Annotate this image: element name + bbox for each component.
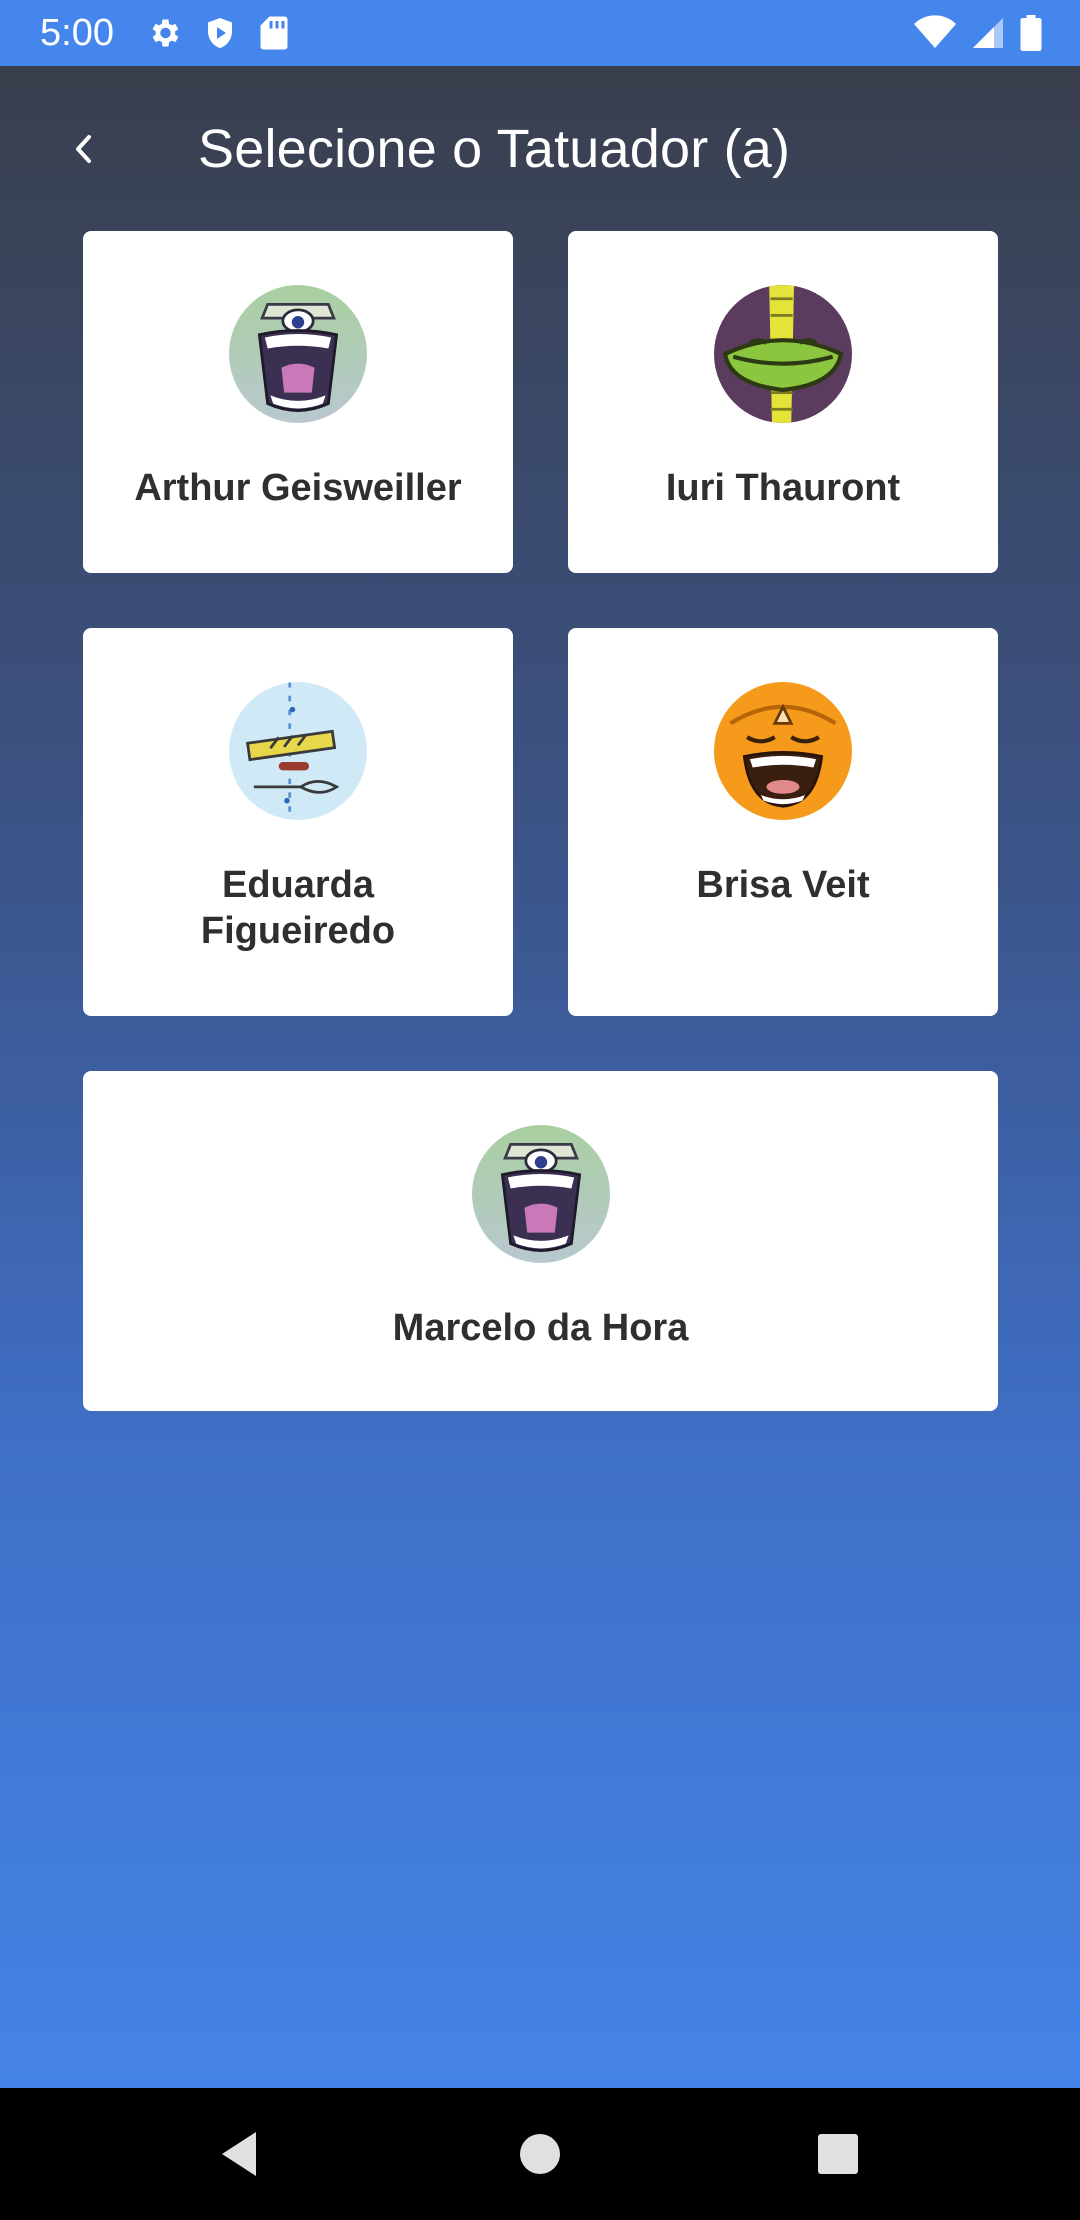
artist-name: Eduarda Figueiredo xyxy=(200,864,396,952)
cell-signal-icon xyxy=(973,18,1003,48)
recents-square-icon[interactable] xyxy=(808,2124,868,2184)
artist-card-eduarda-figueiredo[interactable]: Eduarda Figueiredo xyxy=(83,628,513,1016)
chevron-left-icon xyxy=(76,135,91,163)
wifi-icon xyxy=(914,15,956,48)
artist-selection-screen: Selecione o Tatuador (a) Arthur Geisweil… xyxy=(0,66,1080,2088)
orange-face-avatar-icon xyxy=(714,682,852,820)
artist-card-marcelo-da-hora[interactable]: Marcelo da Hora xyxy=(83,1071,998,1411)
page-title: Selecione o Tatuador (a) xyxy=(198,119,791,179)
home-circle-icon[interactable] xyxy=(510,2124,570,2184)
artist-name: Marcelo da Hora xyxy=(392,1307,689,1349)
artist-name: Brisa Veit xyxy=(696,864,870,906)
back-triangle-icon[interactable] xyxy=(212,2124,272,2184)
sketch-avatar-icon xyxy=(229,682,367,820)
settings-icon xyxy=(152,19,179,47)
navigation-bar xyxy=(0,2088,1080,2220)
artist-name: Arthur Geisweiller xyxy=(134,467,462,509)
artist-card-iuri-thauront[interactable]: Iuri Thauront xyxy=(568,231,998,573)
shield-play-icon xyxy=(208,18,232,48)
battery-icon xyxy=(1020,15,1042,51)
pickle-avatar-icon xyxy=(714,285,852,423)
artist-card-brisa-veit[interactable]: Brisa Veit xyxy=(568,628,998,1016)
monster-avatar-icon xyxy=(229,285,367,423)
sd-card-icon xyxy=(260,16,288,50)
artist-name: Iuri Thauront xyxy=(665,467,901,509)
monster-avatar-icon xyxy=(471,1125,610,1263)
status-time: 5:00 xyxy=(40,12,114,54)
artist-card-arthur-geisweiller[interactable]: Arthur Geisweiller xyxy=(83,231,513,573)
back-button[interactable] xyxy=(56,121,112,177)
status-bar: 5:00 xyxy=(0,0,1080,66)
